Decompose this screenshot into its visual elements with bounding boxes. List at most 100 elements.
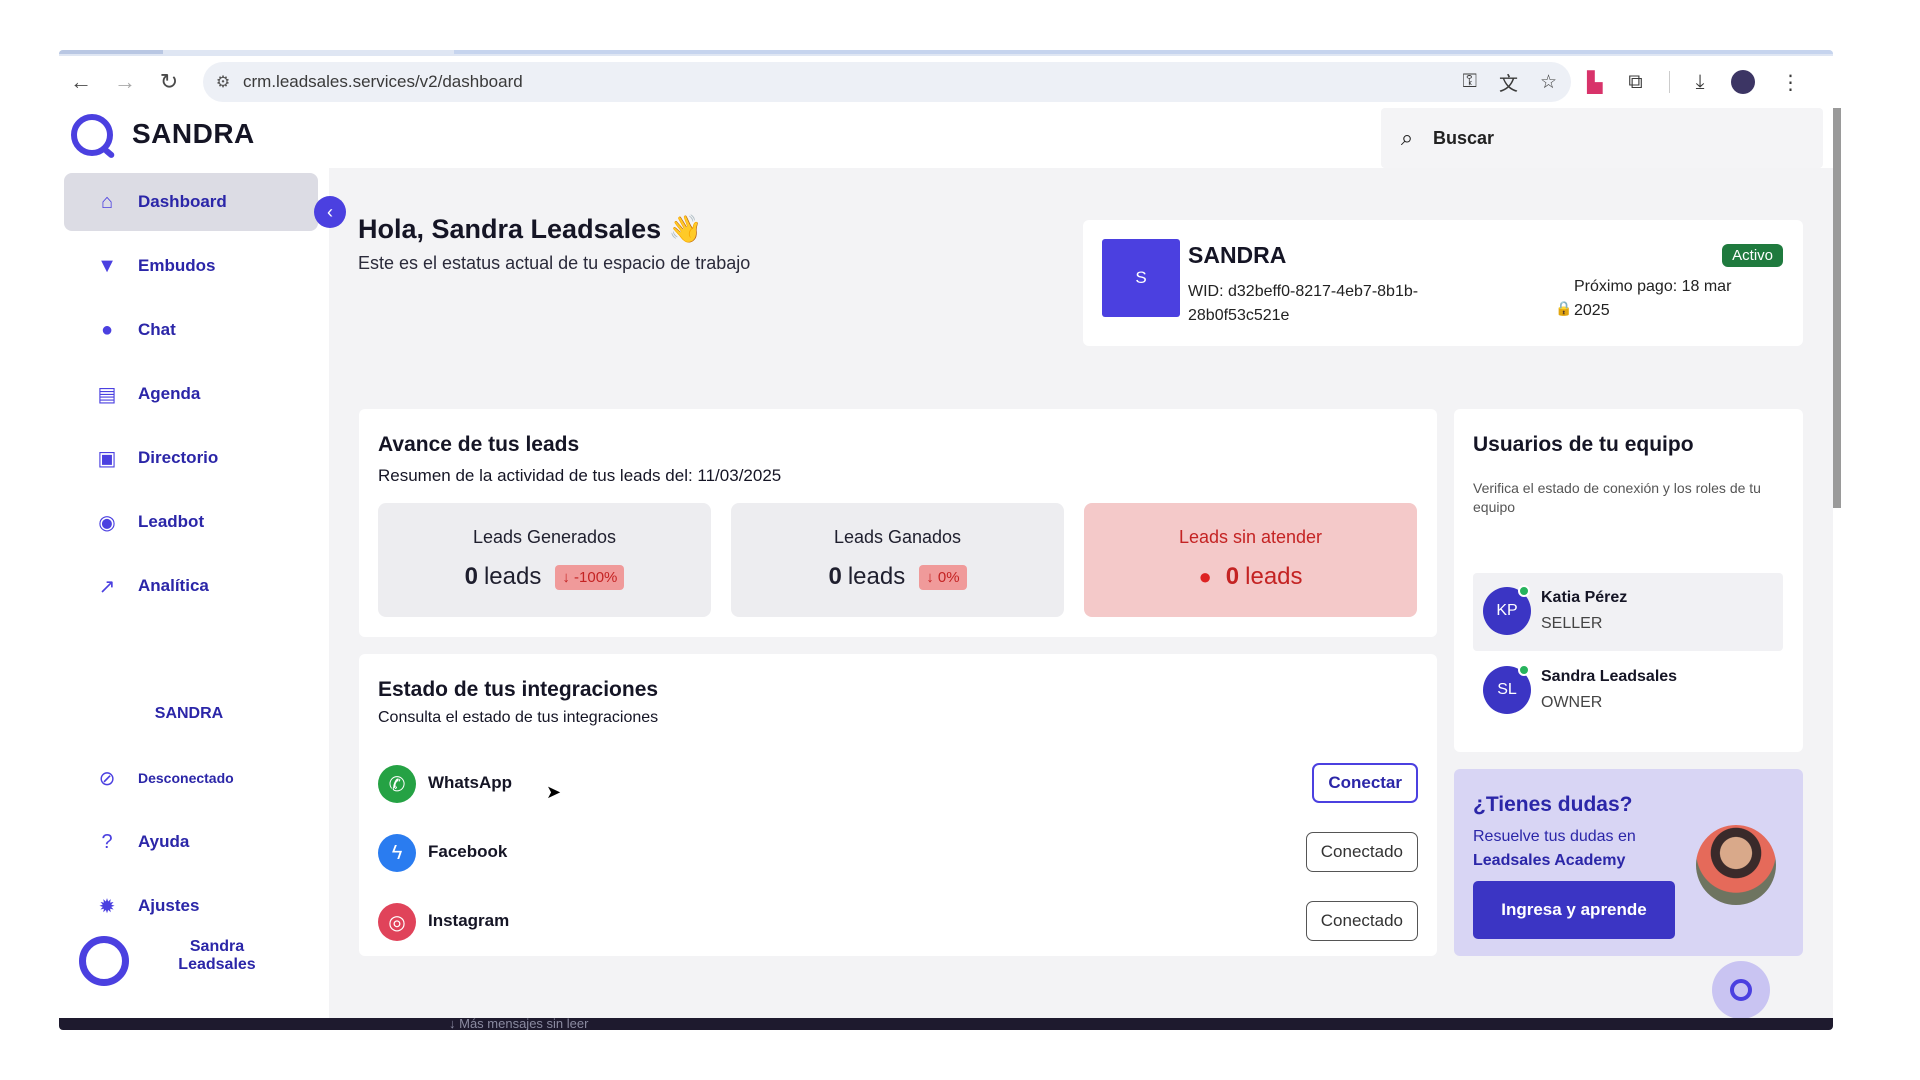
- profile-avatar[interactable]: [1730, 70, 1755, 94]
- team-member[interactable]: KP Katia Pérez SELLER: [1473, 573, 1783, 651]
- figma-extension-icon[interactable]: ▙: [1587, 70, 1602, 95]
- integration-name: Instagram: [428, 911, 510, 930]
- chat-icon: ●: [100, 318, 114, 341]
- sidebar-item-dashboard[interactable]: ⌂ Dashboard: [64, 173, 318, 231]
- key-icon[interactable]: ⚿: [1462, 71, 1476, 93]
- sidebar-item-label: Directorio: [138, 448, 219, 467]
- connect-whatsapp-button[interactable]: Conectar: [1312, 763, 1418, 803]
- mouse-cursor-icon: ➤: [546, 782, 562, 802]
- sidebar-item-leadbot[interactable]: ◉ Leadbot: [64, 493, 318, 551]
- home-icon: ⌂: [100, 190, 114, 213]
- translate-icon[interactable]: 文: [1499, 69, 1518, 96]
- workspace-id: WID: d32beff0-8217-4eb7-8b1b-28b0f53c521…: [1188, 283, 1419, 324]
- facebook-connected-button[interactable]: Conectado: [1305, 832, 1418, 872]
- sidebar-item-ajustes[interactable]: ✹ Ajustes: [64, 877, 318, 935]
- sidebar-item-label: Chat: [138, 320, 176, 339]
- tab-strip-bar: [454, 50, 1833, 54]
- background-window-strip: [59, 1018, 1833, 1030]
- address-bar-actions: ⚿ 文 ☆: [1462, 62, 1557, 102]
- team-subtitle: Verifica el estado de conexión y los rol…: [1473, 480, 1761, 515]
- member-name: Katia Pérez: [1541, 589, 1628, 606]
- reload-icon[interactable]: ↻: [147, 62, 191, 102]
- stat-change-badge: ↓ 0%: [919, 564, 967, 590]
- stat-leads-generados: Leads Generados 0 leads ↓ -100%: [378, 503, 711, 617]
- sidebar-item-chat[interactable]: ● Chat: [64, 301, 318, 359]
- member-name: Sandra Leadsales: [1541, 668, 1678, 685]
- sidebar-item-label: Embudos: [138, 256, 216, 275]
- brand-logo-icon: [71, 114, 113, 156]
- sidebar-item-desconectado[interactable]: ⊘ Desconectado: [64, 749, 318, 807]
- star-icon[interactable]: ☆: [1540, 71, 1557, 94]
- chat-alert-icon: ●: [1198, 564, 1212, 589]
- academy-button[interactable]: Ingresa y aprende: [1473, 881, 1675, 939]
- instagram-connected-button[interactable]: Conectado: [1305, 901, 1418, 941]
- lock-icon: 🔒: [1555, 300, 1573, 316]
- trend-icon: ↗: [98, 575, 116, 598]
- sidebar-item-label: Analítica: [138, 576, 209, 595]
- browser-toolbar: ← → ↻ ⚙ crm.leadsales.services/v2/dashbo…: [59, 56, 1833, 108]
- collapse-sidebar-button[interactable]: ‹: [314, 196, 346, 228]
- online-status-dot: [1518, 585, 1530, 597]
- stat-unit: leads: [483, 563, 542, 590]
- stat-count: 0: [1225, 563, 1240, 590]
- gear-icon: ✹: [98, 895, 116, 918]
- screen: ← → ↻ ⚙ crm.leadsales.services/v2/dashbo…: [0, 0, 1920, 1080]
- help-icon: ?: [101, 830, 113, 853]
- workspace-name: SANDRA: [1188, 242, 1287, 268]
- help-title: ¿Tienes dudas?: [1473, 793, 1633, 816]
- whatsapp-icon: ✆: [378, 765, 416, 803]
- leads-title: Avance de tus leads: [378, 433, 580, 456]
- sidebar-item-directorio[interactable]: ▣ Directorio: [64, 429, 318, 487]
- user-name[interactable]: Sandra Leadsales: [167, 938, 267, 974]
- messenger-icon: ϟ: [378, 834, 416, 872]
- forward-icon[interactable]: →: [103, 62, 147, 102]
- download-icon[interactable]: ⤓: [1696, 71, 1705, 94]
- search-label: Buscar: [1433, 127, 1495, 148]
- integrations-subtitle: Consulta el estado de tus integraciones: [378, 709, 659, 726]
- team-card: Usuarios de tu equipo Verifica el estado…: [1454, 409, 1803, 752]
- stat-value: 0 leads ↓ 0%: [731, 563, 1064, 591]
- support-chat-button[interactable]: [1712, 961, 1770, 1019]
- toolbar-divider: [1668, 71, 1670, 93]
- extensions-area: ▙ ⧉ ⤓ ⋮: [1587, 62, 1801, 102]
- sidebar-item-embudos[interactable]: ▼ Embudos: [64, 237, 318, 295]
- integrations-card: Estado de tus integraciones Consulta el …: [359, 654, 1437, 956]
- sidebar-item-agenda[interactable]: ▤ Agenda: [64, 365, 318, 423]
- search-icon: ⌕: [1400, 125, 1414, 150]
- stat-value: 0 leads ↓ -100%: [378, 563, 711, 591]
- address-bar[interactable]: ⚙ crm.leadsales.services/v2/dashboard ⚿ …: [203, 62, 1571, 102]
- team-member[interactable]: SL Sandra Leadsales OWNER: [1473, 652, 1783, 730]
- help-card: ¿Tienes dudas? Resuelve tus dudas en Lea…: [1454, 769, 1803, 956]
- leads-subtitle: Resumen de la actividad de tus leads del…: [378, 466, 782, 485]
- next-payment: Próximo pago: 18 mar 2025: [1574, 278, 1732, 319]
- site-settings-icon[interactable]: ⚙: [203, 72, 243, 92]
- scrollbar[interactable]: [1833, 108, 1841, 508]
- integration-row-whatsapp: ✆ WhatsApp Conectar: [378, 761, 1418, 807]
- url-text[interactable]: crm.leadsales.services/v2/dashboard: [243, 72, 523, 92]
- calendar-icon: ▤: [97, 383, 117, 406]
- sidebar: ⌂ Dashboard ▼ Embudos ● Chat ▤ Agenda ▣ …: [59, 168, 329, 1030]
- sidebar-item-ayuda[interactable]: ? Ayuda: [64, 813, 318, 871]
- back-icon[interactable]: ←: [59, 62, 103, 102]
- stat-count: 0: [828, 563, 842, 590]
- status-badge: Activo: [1722, 244, 1783, 267]
- extensions-puzzle-icon[interactable]: ⧉: [1628, 71, 1642, 94]
- integration-row-facebook: ϟ Facebook Conectado: [378, 830, 1418, 876]
- support-logo-icon: [1730, 979, 1752, 1001]
- search-input[interactable]: ⌕ Buscar: [1381, 108, 1823, 168]
- stat-label: Leads Ganados: [833, 527, 962, 547]
- user-avatar[interactable]: [79, 936, 129, 986]
- browser-menu-icon[interactable]: ⋮: [1781, 70, 1801, 95]
- stat-label: Leads sin atender: [1178, 527, 1323, 547]
- stat-leads-ganados: Leads Ganados 0 leads ↓ 0%: [731, 503, 1064, 617]
- active-tab-indicator: [59, 50, 163, 54]
- page-title: Hola, Sandra Leadsales 👋: [358, 214, 703, 244]
- online-status-dot: [1518, 664, 1530, 676]
- sidebar-item-label: Leadbot: [138, 512, 205, 531]
- stat-leads-sin-atender[interactable]: Leads sin atender ● 0 leads: [1084, 503, 1417, 617]
- stat-count: 0: [464, 563, 478, 590]
- sidebar-item-analitica[interactable]: ↗ Analítica: [64, 557, 318, 615]
- help-description: Resuelve tus dudas en: [1473, 828, 1636, 845]
- funnel-icon: ▼: [97, 254, 117, 277]
- academy-link[interactable]: Leadsales Academy: [1473, 852, 1625, 869]
